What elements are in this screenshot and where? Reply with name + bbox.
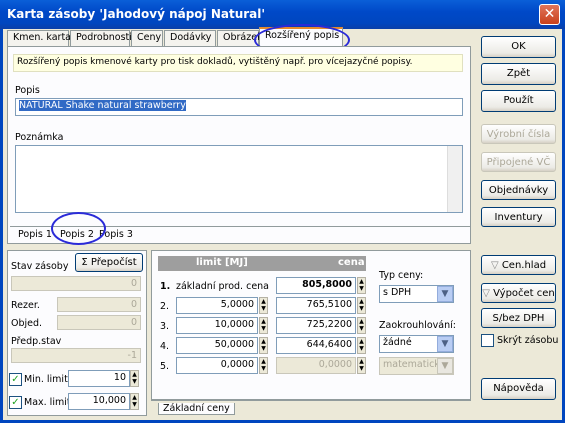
skryt-zasobu-checkbox[interactable]: [481, 334, 494, 347]
popis-label: Popis: [15, 85, 40, 96]
row-5-price: 0,0000: [276, 357, 356, 374]
limit-header: limit [MJ]: [196, 257, 248, 268]
min-limit-input[interactable]: 10: [68, 370, 130, 387]
row-2-limit-spinner[interactable]: ▲ ▼: [259, 297, 268, 314]
poznamka-label: Poznámka: [15, 132, 64, 143]
tab-obrazek[interactable]: Obrázek: [217, 30, 263, 46]
rezer-value: 0: [57, 297, 141, 312]
row-3-price-spinner[interactable]: ▲ ▼: [357, 317, 366, 334]
max-limit-checkbox[interactable]: ✓: [9, 396, 22, 409]
highlight-circle-2: [51, 212, 106, 245]
pouzit-button[interactable]: Použít: [481, 90, 556, 112]
row-3-number: 3.: [160, 321, 170, 332]
tab-zakladni-ceny[interactable]: Základní ceny: [158, 403, 235, 415]
row-1-price[interactable]: 805,8000: [276, 277, 356, 294]
filter-icon: ▽: [482, 288, 494, 299]
row-1-price-spinner[interactable]: ▲ ▼: [357, 277, 366, 294]
objed-value: 0: [57, 315, 141, 330]
row-2-price[interactable]: 765,5100: [276, 297, 356, 314]
inventury-button[interactable]: Inventury: [481, 207, 556, 227]
stav-zasoby-label: Stav zásoby: [11, 261, 69, 272]
filter-icon: ▽: [490, 260, 502, 271]
tab-ceny[interactable]: Ceny: [131, 30, 163, 46]
tab-podrobnosti[interactable]: Podrobnosti: [70, 30, 132, 46]
vypocet-cen-button[interactable]: ▽ Výpočet cen: [481, 283, 556, 303]
popis-input[interactable]: NATURAL Shake natural strawberry: [15, 98, 463, 116]
sigma-icon: Σ: [81, 257, 91, 268]
stock-group: [7, 250, 147, 416]
vyrobni-cisla-button[interactable]: Výrobní čísla: [481, 124, 556, 144]
row-4-price[interactable]: 644,6400: [276, 337, 356, 354]
row-4-limit-spinner[interactable]: ▲ ▼: [259, 337, 268, 354]
chevron-down-icon: ▼: [437, 358, 453, 374]
close-button[interactable]: ✕: [539, 4, 560, 25]
tab-dodavky[interactable]: Dodávky: [164, 30, 216, 46]
row-3-price[interactable]: 725,2200: [276, 317, 356, 334]
ok-button[interactable]: OK: [481, 36, 556, 58]
poznamka-scrollbar[interactable]: [447, 146, 462, 212]
typ-ceny-value: s DPH: [383, 287, 412, 298]
predp-value: -1: [11, 348, 141, 363]
row-1-limit: základní prod. cena: [176, 281, 270, 292]
row-4-limit[interactable]: 50,0000: [176, 337, 258, 354]
row-3-limit[interactable]: 10,0000: [176, 317, 258, 334]
s-bez-dph-button[interactable]: S/bez DPH: [481, 308, 556, 328]
prepocist-label: Přepočíst: [90, 257, 137, 268]
chevron-down-icon[interactable]: ▼: [437, 286, 453, 302]
prices-tab-divider: [151, 400, 471, 401]
row-4-number: 4.: [160, 341, 170, 352]
zpet-button[interactable]: Zpět: [481, 63, 556, 85]
row-5-limit-spinner[interactable]: ▲ ▼: [259, 357, 268, 374]
row-5-number: 5.: [160, 361, 170, 372]
objednavky-button[interactable]: Objednávky: [481, 180, 556, 200]
zaokrouhlovani-value: žádné: [383, 337, 412, 348]
min-limit-spinner[interactable]: ▲ ▼: [130, 370, 139, 387]
chevron-down-icon[interactable]: ▼: [437, 336, 453, 352]
prices-header: [158, 256, 366, 271]
row-5-price-spinner: ▲ ▼: [357, 357, 366, 374]
skryt-zasobu-label: Skrýt zásobu: [497, 335, 559, 346]
predp-stav-label: Předp.stav: [11, 336, 62, 347]
stav-value: 0: [11, 276, 141, 291]
max-limit-spinner[interactable]: ▲ ▼: [130, 393, 139, 410]
info-note: Rozšířený popis kmenové karty pro tisk d…: [13, 54, 463, 72]
min-limit-checkbox[interactable]: ✓: [9, 373, 22, 386]
popis-value: NATURAL Shake natural strawberry: [19, 100, 186, 111]
prepocist-button[interactable]: Σ Přepočíst: [75, 253, 143, 272]
tab-kmen-karta[interactable]: Kmen. karta: [7, 30, 71, 46]
vypocet-cen-label: Výpočet cen: [493, 288, 555, 299]
pripojene-vc-button[interactable]: Připojené VČ: [481, 152, 556, 172]
poznamka-textarea[interactable]: [15, 145, 463, 213]
cena-header: cena: [338, 257, 365, 268]
row-1-number: 1.: [160, 281, 171, 292]
zaokrouhlovani-method-value: matematický: [383, 359, 446, 370]
max-limit-label: Max. limit:: [24, 397, 74, 408]
cen-hlad-label: Cen.hlad: [501, 260, 547, 271]
napoveda-button[interactable]: Nápověda: [481, 378, 556, 400]
row-2-limit[interactable]: 5,0000: [176, 297, 258, 314]
cen-hlad-button[interactable]: ▽ Cen.hlad: [481, 255, 556, 275]
row-2-price-spinner[interactable]: ▲ ▼: [357, 297, 366, 314]
window-title: Karta zásoby 'Jahodový nápoj Natural': [7, 7, 266, 21]
rezer-label: Rezer.: [11, 300, 40, 311]
objed-label: Objed.: [11, 318, 43, 329]
zaokrouhlovani-label: Zaokrouhlování:: [379, 320, 456, 331]
row-5-limit[interactable]: 0,0000: [176, 357, 258, 374]
min-limit-label: Min. limit:: [24, 374, 71, 385]
row-4-price-spinner[interactable]: ▲ ▼: [357, 337, 366, 354]
max-limit-input[interactable]: 10,000: [68, 393, 130, 410]
row-3-limit-spinner[interactable]: ▲ ▼: [259, 317, 268, 334]
row-2-number: 2.: [160, 301, 170, 312]
typ-ceny-label: Typ ceny:: [379, 270, 424, 281]
subtab-popis-1[interactable]: Popis 1: [18, 229, 52, 240]
